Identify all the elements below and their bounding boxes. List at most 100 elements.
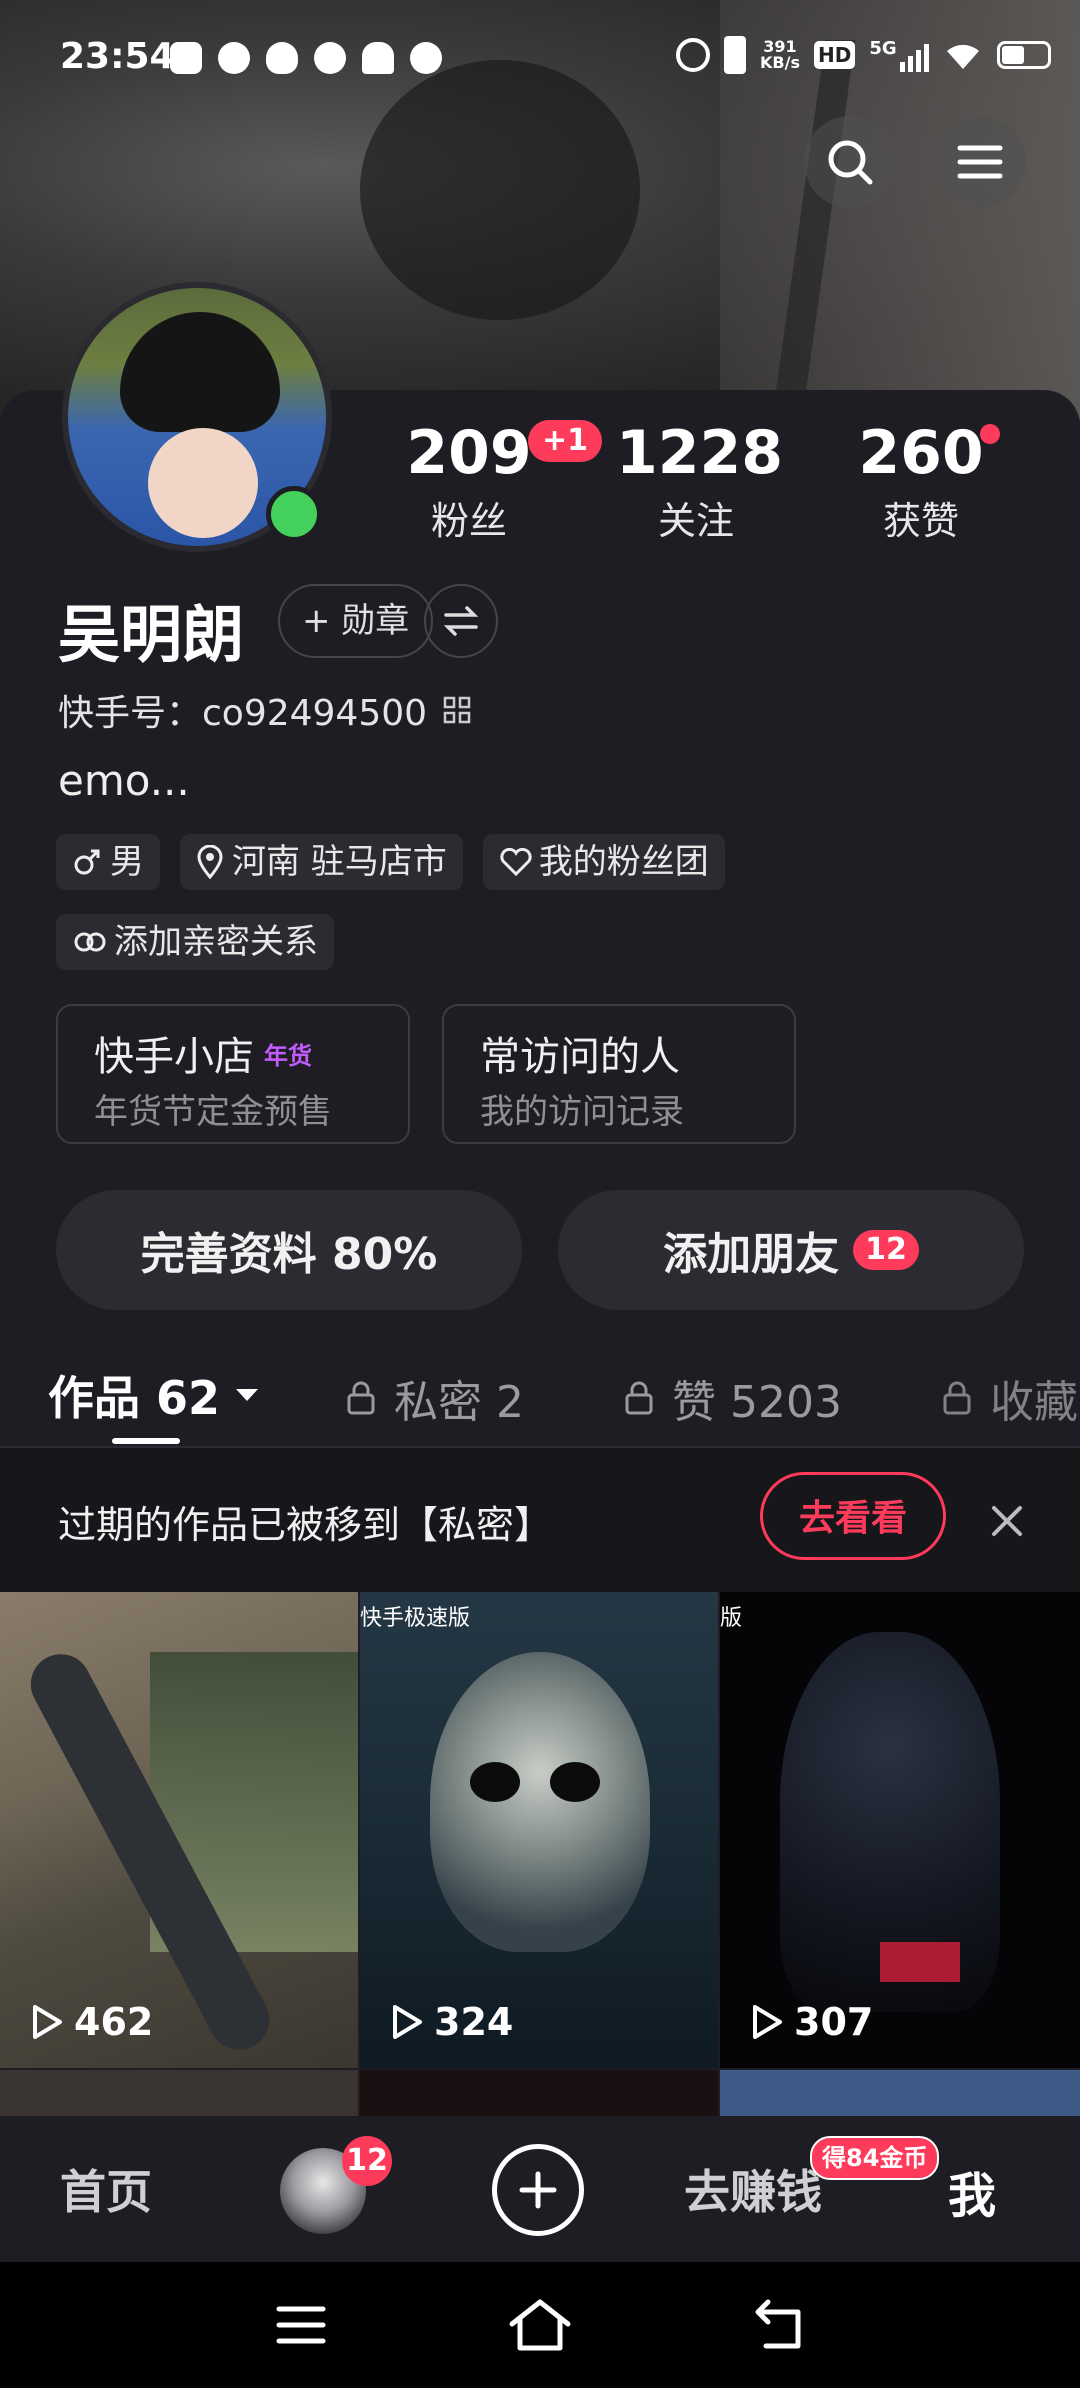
video-thumbnail[interactable]: 快手极速版 324 xyxy=(360,1592,718,2068)
location-tag[interactable]: 河南 驻马店市 xyxy=(180,834,463,890)
tab-private[interactable]: 私密 2 xyxy=(346,1366,524,1430)
fans-label: 粉丝 xyxy=(430,499,507,543)
view-count: 324 xyxy=(390,2000,513,2044)
male-icon xyxy=(74,849,100,875)
kuaishou-id[interactable]: 快手号：co92494500 xyxy=(58,684,471,736)
stat-likes[interactable]: 260 获赞 xyxy=(856,418,986,545)
medal-button[interactable]: + 勋章 xyxy=(278,584,434,658)
likes-count: 260 xyxy=(858,418,984,488)
complete-profile-button[interactable]: 完善资料 80% xyxy=(56,1190,522,1310)
recent-apps-icon[interactable] xyxy=(276,2304,326,2346)
signal-icon: 5G xyxy=(869,38,929,72)
stat-following[interactable]: 1228 关注 xyxy=(616,418,783,545)
home-icon[interactable] xyxy=(508,2298,572,2352)
location-pin-icon xyxy=(197,845,223,879)
add-friends-badge: 12 xyxy=(853,1230,919,1270)
shop-subtitle: 年货节定金预售 xyxy=(94,1092,332,1132)
id-text: 快手号：co92494500 xyxy=(58,693,428,734)
search-button[interactable] xyxy=(804,116,896,208)
hd-icon: HD xyxy=(813,41,856,69)
nav-create-button[interactable] xyxy=(492,2144,584,2236)
add-friends-button[interactable]: 添加朋友 12 xyxy=(558,1190,1024,1310)
go-see-button[interactable]: 去看看 xyxy=(760,1472,946,1560)
bottom-navigation: 首页 12 去赚钱 得84金币 我 xyxy=(0,2116,1080,2262)
notification-icons xyxy=(170,42,442,74)
lock-icon xyxy=(347,1381,375,1415)
video-thumbnail[interactable] xyxy=(0,2070,358,2116)
status-bar: 23:54 391 KB/s HD 5G xyxy=(0,0,1080,116)
net-speed: 391 KB/s xyxy=(760,37,800,72)
play-icon xyxy=(753,2005,782,2039)
visitors-title: 常访问的人 xyxy=(480,1034,680,1080)
notice-text: 过期的作品已被移到【私密】 xyxy=(58,1503,553,1547)
fans-new-badge: +1 xyxy=(528,420,603,462)
earn-coins-badge: 得84金币 xyxy=(810,2136,940,2180)
menu-button[interactable] xyxy=(934,116,1026,208)
heart-icon xyxy=(314,42,346,74)
plus-icon xyxy=(519,2171,557,2209)
search-icon xyxy=(828,140,873,185)
link-hearts-icon xyxy=(74,932,106,952)
chevron-down-icon xyxy=(236,1389,259,1401)
lock-icon xyxy=(943,1381,971,1415)
fan-group-tag[interactable]: 我的粉丝团 xyxy=(482,834,725,890)
add-relation-tag[interactable]: 添加亲密关系 xyxy=(56,914,334,970)
system-navigation-bar xyxy=(0,2262,1080,2388)
expired-works-notice: 过期的作品已被移到【私密】 去看看 xyxy=(0,1448,1080,1594)
bio[interactable]: emo... xyxy=(58,756,190,805)
nav-me[interactable]: 我 xyxy=(948,2156,996,2226)
visitors-subtitle: 我的访问记录 xyxy=(480,1092,684,1132)
nav-avatar-badge: 12 xyxy=(342,2136,392,2186)
heart-outline-icon xyxy=(500,847,532,877)
nav-earn[interactable]: 去赚钱 xyxy=(684,2156,822,2222)
video-thumbnail[interactable]: 版 307 xyxy=(720,1592,1080,2068)
video-overlay-text: 版 xyxy=(720,1606,743,1631)
video-thumbnail[interactable]: 462 xyxy=(0,1592,358,2068)
play-icon xyxy=(33,2005,62,2039)
video-thumbnail[interactable] xyxy=(720,2070,1080,2116)
status-right: 391 KB/s HD 5G xyxy=(676,36,1051,74)
vibrate-icon xyxy=(724,36,746,74)
stat-fans[interactable]: 209 粉丝 xyxy=(404,418,534,545)
tag-row: 男 河南 驻马店市 我的粉丝团 xyxy=(56,834,725,890)
online-status-indicator xyxy=(266,486,322,542)
tab-favorites[interactable]: 收藏 xyxy=(942,1366,1078,1430)
lock-icon xyxy=(625,1381,653,1415)
close-icon[interactable] xyxy=(990,1504,1024,1538)
shop-title: 快手小店 xyxy=(94,1034,254,1080)
frequent-visitors-card[interactable]: 常访问的人 我的访问记录 xyxy=(442,1004,796,1144)
active-tab-indicator xyxy=(112,1438,180,1444)
battery-icon xyxy=(996,41,1051,69)
play-icon xyxy=(393,2005,422,2039)
android-icon xyxy=(362,42,394,74)
alarm-icon xyxy=(676,38,710,72)
status-time: 23:54 xyxy=(60,36,175,77)
likes-label: 获赞 xyxy=(882,499,959,543)
qr-code-icon xyxy=(443,696,471,724)
fans-count: 209 xyxy=(406,418,532,488)
kuaishou-shop-card[interactable]: 快手小店 年货 年货节定金预售 xyxy=(56,1004,410,1144)
video-overlay-text: 快手极速版 xyxy=(360,1606,471,1631)
following-label: 关注 xyxy=(657,499,734,543)
app-notify-icon xyxy=(218,42,250,74)
wifi-icon xyxy=(946,44,979,69)
video-thumbnail[interactable] xyxy=(360,2070,718,2116)
app-notify-icon xyxy=(410,42,442,74)
switch-account-button[interactable] xyxy=(424,584,498,658)
following-count: 1228 xyxy=(616,418,783,488)
shop-badge: 年货 xyxy=(264,1041,312,1070)
view-count: 307 xyxy=(750,2000,873,2044)
swap-icon xyxy=(443,606,479,636)
tab-works[interactable]: 作品 62 xyxy=(48,1362,260,1428)
content-tabs: 作品 62 私密 2 赞 5203 收藏 xyxy=(0,1340,1080,1448)
app-notify-icon xyxy=(170,42,202,74)
profile-name: 吴明朗 xyxy=(58,598,245,671)
fire-icon xyxy=(266,42,298,74)
nav-home[interactable]: 首页 xyxy=(60,2156,152,2222)
view-count: 462 xyxy=(30,2000,153,2044)
gender-tag: 男 xyxy=(56,834,160,890)
tab-liked[interactable]: 赞 5203 xyxy=(624,1366,842,1430)
menu-icon xyxy=(957,145,1003,179)
likes-new-dot xyxy=(980,424,1000,444)
back-icon[interactable] xyxy=(754,2298,806,2350)
